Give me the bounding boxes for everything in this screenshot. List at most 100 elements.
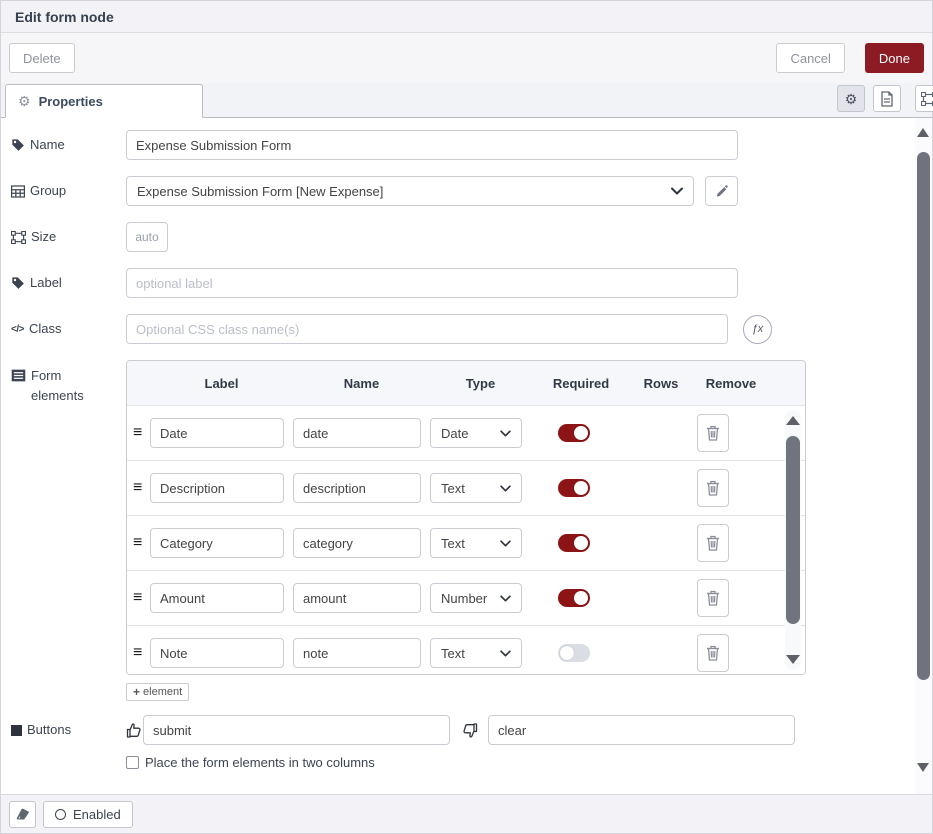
chevron-down-icon — [500, 650, 511, 657]
table-scrollbar[interactable] — [785, 410, 801, 670]
element-type-select[interactable]: Number — [430, 583, 522, 613]
name-label: Name — [9, 135, 126, 155]
element-type-select[interactable]: Date — [430, 418, 522, 448]
square-icon — [11, 725, 22, 736]
drag-handle-icon[interactable]: ≡ — [133, 424, 150, 442]
thumbs-up-icon — [126, 722, 142, 739]
element-label-input[interactable] — [150, 528, 284, 558]
code-icon: </> — [11, 324, 24, 335]
required-toggle[interactable] — [558, 424, 590, 442]
element-name-input[interactable] — [293, 583, 421, 613]
header-remove: Remove — [691, 376, 771, 391]
gear-icon: ⚙ — [18, 94, 31, 108]
thumbs-down-icon — [462, 722, 478, 739]
list-alt-icon — [11, 369, 26, 382]
required-toggle[interactable] — [558, 479, 590, 497]
panel-scrollbar[interactable] — [915, 118, 932, 794]
delete-button[interactable]: Delete — [9, 43, 75, 73]
label-label: Label — [9, 273, 126, 293]
submit-button-text-input[interactable] — [143, 715, 450, 745]
element-row: ≡ Text — [127, 626, 805, 674]
chevron-down-icon — [500, 485, 511, 492]
form-elements-editor: Label Name Type Required Rows Remove ≡ — [126, 360, 806, 701]
header-name: Name — [293, 376, 430, 391]
drag-handle-icon[interactable]: ≡ — [133, 479, 150, 497]
element-row: ≡ Text — [127, 461, 805, 516]
status-circle-icon — [55, 809, 66, 820]
group-select[interactable]: Expense Submission Form [New Expense] — [126, 176, 694, 206]
dialog-footer: Enabled — [1, 794, 932, 833]
element-name-input[interactable] — [293, 418, 421, 448]
tab-properties-label: Properties — [39, 94, 103, 109]
cancel-button[interactable]: Cancel — [776, 43, 844, 73]
trash-icon — [706, 590, 720, 606]
element-name-input[interactable] — [293, 638, 421, 668]
enabled-toggle-button[interactable]: Enabled — [43, 801, 133, 828]
edit-group-button[interactable] — [705, 176, 738, 206]
node-properties-button[interactable]: ⚙ — [837, 85, 865, 112]
element-type-select[interactable]: Text — [430, 638, 522, 668]
two-columns-label: Place the form elements in two columns — [145, 755, 375, 770]
scroll-up-icon[interactable] — [917, 128, 929, 137]
dialog-toolbar: Delete Cancel Done — [1, 33, 932, 83]
label-input[interactable] — [126, 268, 738, 298]
scrollbar-thumb[interactable] — [786, 436, 800, 624]
object-group-icon — [921, 92, 933, 106]
gear-icon: ⚙ — [845, 92, 858, 106]
header-type: Type — [430, 376, 531, 391]
remove-element-button[interactable] — [697, 469, 729, 507]
buttons-row: Buttons — [9, 715, 932, 745]
class-label: </> Class — [9, 319, 126, 339]
element-type-select[interactable]: Text — [430, 473, 522, 503]
drag-handle-icon[interactable]: ≡ — [133, 534, 150, 552]
object-group-icon — [11, 231, 26, 244]
name-input[interactable] — [126, 130, 738, 160]
clear-button-text-input[interactable] — [488, 715, 795, 745]
class-input[interactable] — [126, 314, 728, 344]
elements-table-body: ≡ Date — [127, 406, 805, 674]
required-toggle[interactable] — [558, 534, 590, 552]
remove-element-button[interactable] — [697, 414, 729, 452]
drag-handle-icon[interactable]: ≡ — [133, 644, 150, 662]
size-row: Size auto — [9, 222, 932, 252]
element-label-input[interactable] — [150, 583, 284, 613]
element-type-select[interactable]: Text — [430, 528, 522, 558]
remove-element-button[interactable] — [697, 634, 729, 672]
remove-element-button[interactable] — [697, 579, 729, 617]
element-label-input[interactable] — [150, 473, 284, 503]
done-button[interactable]: Done — [865, 43, 924, 73]
edit-form-node-dialog: Edit form node Delete Cancel Done ⚙ Prop… — [0, 0, 933, 834]
group-label: Group — [9, 181, 126, 201]
fx-expand-button[interactable]: ƒx — [743, 315, 772, 344]
group-row: Group Expense Submission Form [New Expen… — [9, 176, 932, 206]
element-row: ≡ Date — [127, 406, 805, 461]
required-toggle[interactable] — [558, 589, 590, 607]
size-auto-button[interactable]: auto — [126, 222, 168, 252]
scroll-down-icon[interactable] — [786, 655, 800, 664]
chevron-down-icon — [671, 187, 683, 195]
tab-bar: ⚙ Properties ⚙ — [1, 83, 932, 118]
form-elements-row: Form elements Label Name Type Required R… — [9, 360, 932, 701]
scroll-down-icon[interactable] — [917, 763, 929, 772]
tab-properties[interactable]: ⚙ Properties — [5, 84, 203, 118]
add-element-button[interactable]: +element — [126, 683, 189, 701]
remove-element-button[interactable] — [697, 524, 729, 562]
name-row: Name — [9, 130, 932, 160]
two-columns-checkbox[interactable] — [126, 756, 139, 769]
label-row: Label — [9, 268, 932, 298]
description-button[interactable] — [873, 85, 901, 112]
element-label-input[interactable] — [150, 418, 284, 448]
scrollbar-thumb[interactable] — [917, 152, 930, 680]
pencil-icon — [715, 185, 728, 198]
class-row: </> Class ƒx — [9, 314, 932, 344]
tag-icon — [11, 276, 25, 290]
element-name-input[interactable] — [293, 528, 421, 558]
drag-handle-icon[interactable]: ≡ — [133, 589, 150, 607]
element-name-input[interactable] — [293, 473, 421, 503]
scroll-up-icon[interactable] — [786, 416, 800, 425]
element-label-input[interactable] — [150, 638, 284, 668]
trash-icon — [706, 425, 720, 441]
required-toggle[interactable] — [558, 644, 590, 662]
node-help-button[interactable] — [9, 801, 36, 828]
appearance-button[interactable] — [915, 85, 933, 112]
